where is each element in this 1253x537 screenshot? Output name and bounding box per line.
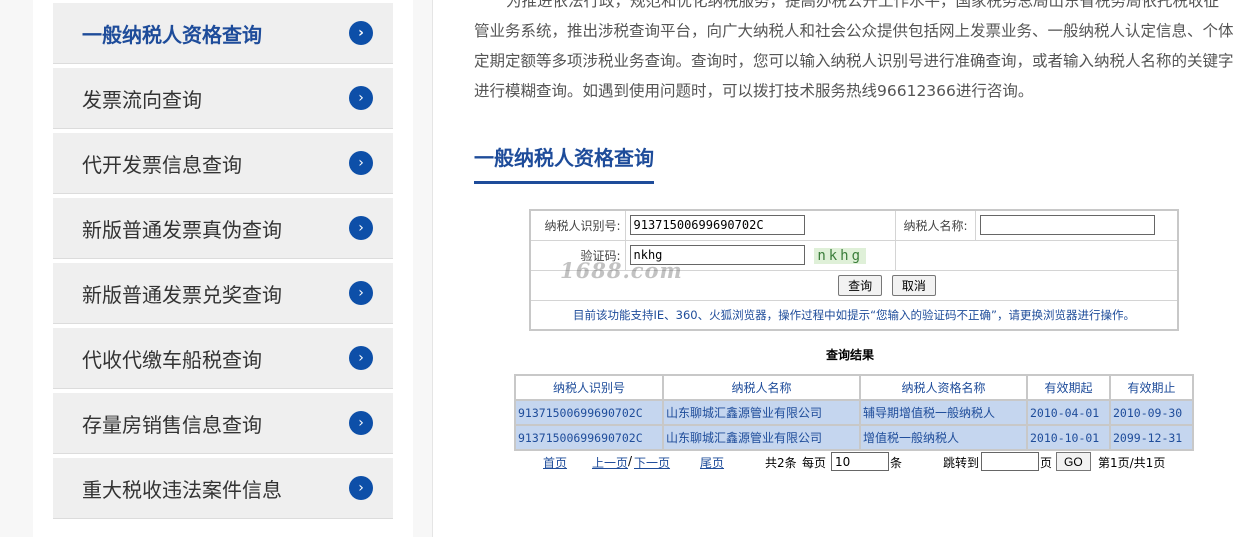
table-cell: 山东聊城汇鑫源管业有限公司 [662,399,861,426]
chevron-right-icon[interactable]: › [349,86,373,110]
sidebar-item-label: 代开发票信息查询 [82,152,242,177]
chevron-right-icon[interactable]: › [349,476,373,500]
table-cell: 91371500699690702C [514,399,664,426]
table-row: 91371500699690702C 山东聊城汇鑫源管业有限公司 辅导期增值税一… [514,399,1194,426]
table-cell: 辅导期增值税一般纳税人 [859,399,1028,426]
go-button[interactable]: GO [1056,452,1091,471]
column-header: 有效期起 [1026,374,1111,401]
per-page-label: 每页 [802,456,827,470]
taxpayer-name-cell [974,209,1179,241]
sidebar-item-vehicle-tax[interactable]: 代收代缴车船税查询 › [53,328,393,389]
last-page-link[interactable]: 尾页 [700,454,724,471]
chevron-right-icon[interactable]: › [349,21,373,45]
sidebar-menu: 一般纳税人资格查询 › 发票流向查询 › 代开发票信息查询 › 新版普通发票真伪… [53,3,393,523]
taxpayer-id-cell [624,209,896,241]
jump-label: 跳转到 [943,456,980,470]
first-page-link[interactable]: 首页 [543,454,567,471]
results-title: 查询结果 [826,348,875,362]
page-unit: 页 [1040,456,1053,470]
watermark: 1688.com [560,258,683,283]
sidebar-item-invoice-authenticity[interactable]: 新版普通发票真伪查询 › [53,198,393,259]
table-cell: 2010-10-01 [1026,424,1111,451]
next-page-link[interactable]: 下一页 [634,454,670,471]
table-row: 91371500699690702C 山东聊城汇鑫源管业有限公司 增值税一般纳税… [514,424,1194,451]
taxpayer-name-label: 纳税人名称: [894,209,976,241]
sidebar-item-label: 新版普通发票真伪查询 [82,217,282,242]
table-cell: 2099-12-31 [1109,424,1194,451]
sidebar-item-label: 代收代缴车船税查询 [82,347,262,372]
sidebar-item-general-taxpayer[interactable]: 一般纳税人资格查询 › [53,3,393,64]
taxpayer-name-input[interactable] [979,215,1155,236]
table-cell: 2010-09-30 [1109,399,1194,426]
per-page-input[interactable] [831,452,889,471]
sidebar-item-label: 新版普通发票兑奖查询 [82,282,282,307]
empty-cell [894,239,1179,271]
page-title: 一般纳税人资格查询 [474,142,654,184]
total-count: 共2条 [765,456,797,470]
column-header: 纳税人资格名称 [859,374,1028,401]
chevron-right-icon[interactable]: › [349,411,373,435]
column-header: 纳税人名称 [662,374,861,401]
sidebar-item-label: 重大税收违法案件信息 [82,477,282,502]
sidebar-item-label: 一般纳税人资格查询 [82,22,262,47]
table-header-row: 纳税人识别号 纳税人名称 纳税人资格名称 有效期起 有效期止 [514,374,1194,401]
sidebar-item-label: 发票流向查询 [82,87,202,112]
per-page-unit: 条 [890,456,903,470]
chevron-right-icon[interactable]: › [349,281,373,305]
sidebar-item-tax-violation[interactable]: 重大税收违法案件信息 › [53,458,393,519]
taxpayer-id-label: 纳税人识别号: [529,209,626,241]
sidebar-item-housing-sales[interactable]: 存量房销售信息查询 › [53,393,393,454]
sidebar-item-invoice-lottery[interactable]: 新版普通发票兑奖查询 › [53,263,393,324]
browser-notice: 目前该功能支持IE、360、火狐浏览器，操作过程中如提示“您输入的验证码不正确”… [529,299,1179,331]
chevron-right-icon[interactable]: › [349,346,373,370]
jump-page-input[interactable] [981,452,1039,471]
sidebar-item-invoice-flow[interactable]: 发票流向查询 › [53,68,393,129]
chevron-right-icon[interactable]: › [349,151,373,175]
chevron-right-icon[interactable]: › [349,216,373,240]
sidebar-item-issued-invoice[interactable]: 代开发票信息查询 › [53,133,393,194]
results-table: 纳税人识别号 纳税人名称 纳税人资格名称 有效期起 有效期止 913715006… [514,374,1194,451]
table-cell: 山东聊城汇鑫源管业有限公司 [662,424,861,451]
column-header: 纳税人识别号 [514,374,664,401]
intro-paragraph: 为推进依法行政，规范和优化纳税服务，提高办税公开工作水平，国家税务总局山东省税务… [474,0,1234,100]
sidebar-item-label: 存量房销售信息查询 [82,412,262,437]
prev-page-link[interactable]: 上一页 [592,454,628,471]
taxpayer-id-input[interactable] [629,215,805,236]
table-cell: 增值税一般纳税人 [859,424,1028,451]
captcha-image[interactable]: nkhg [814,247,867,264]
table-cell: 91371500699690702C [514,424,664,451]
pager-separator: / [628,454,633,468]
cancel-button[interactable]: 取消 [891,274,936,296]
page-info: 第1页/共1页 [1098,456,1166,470]
query-button[interactable]: 查询 [838,274,883,296]
pagination: 首页 上一页 / 下一页 尾页 共2条 每页 条 跳转到 页 GO 第1页/共1… [514,452,1194,472]
column-header: 有效期止 [1109,374,1194,401]
table-cell: 2010-04-01 [1026,399,1111,426]
